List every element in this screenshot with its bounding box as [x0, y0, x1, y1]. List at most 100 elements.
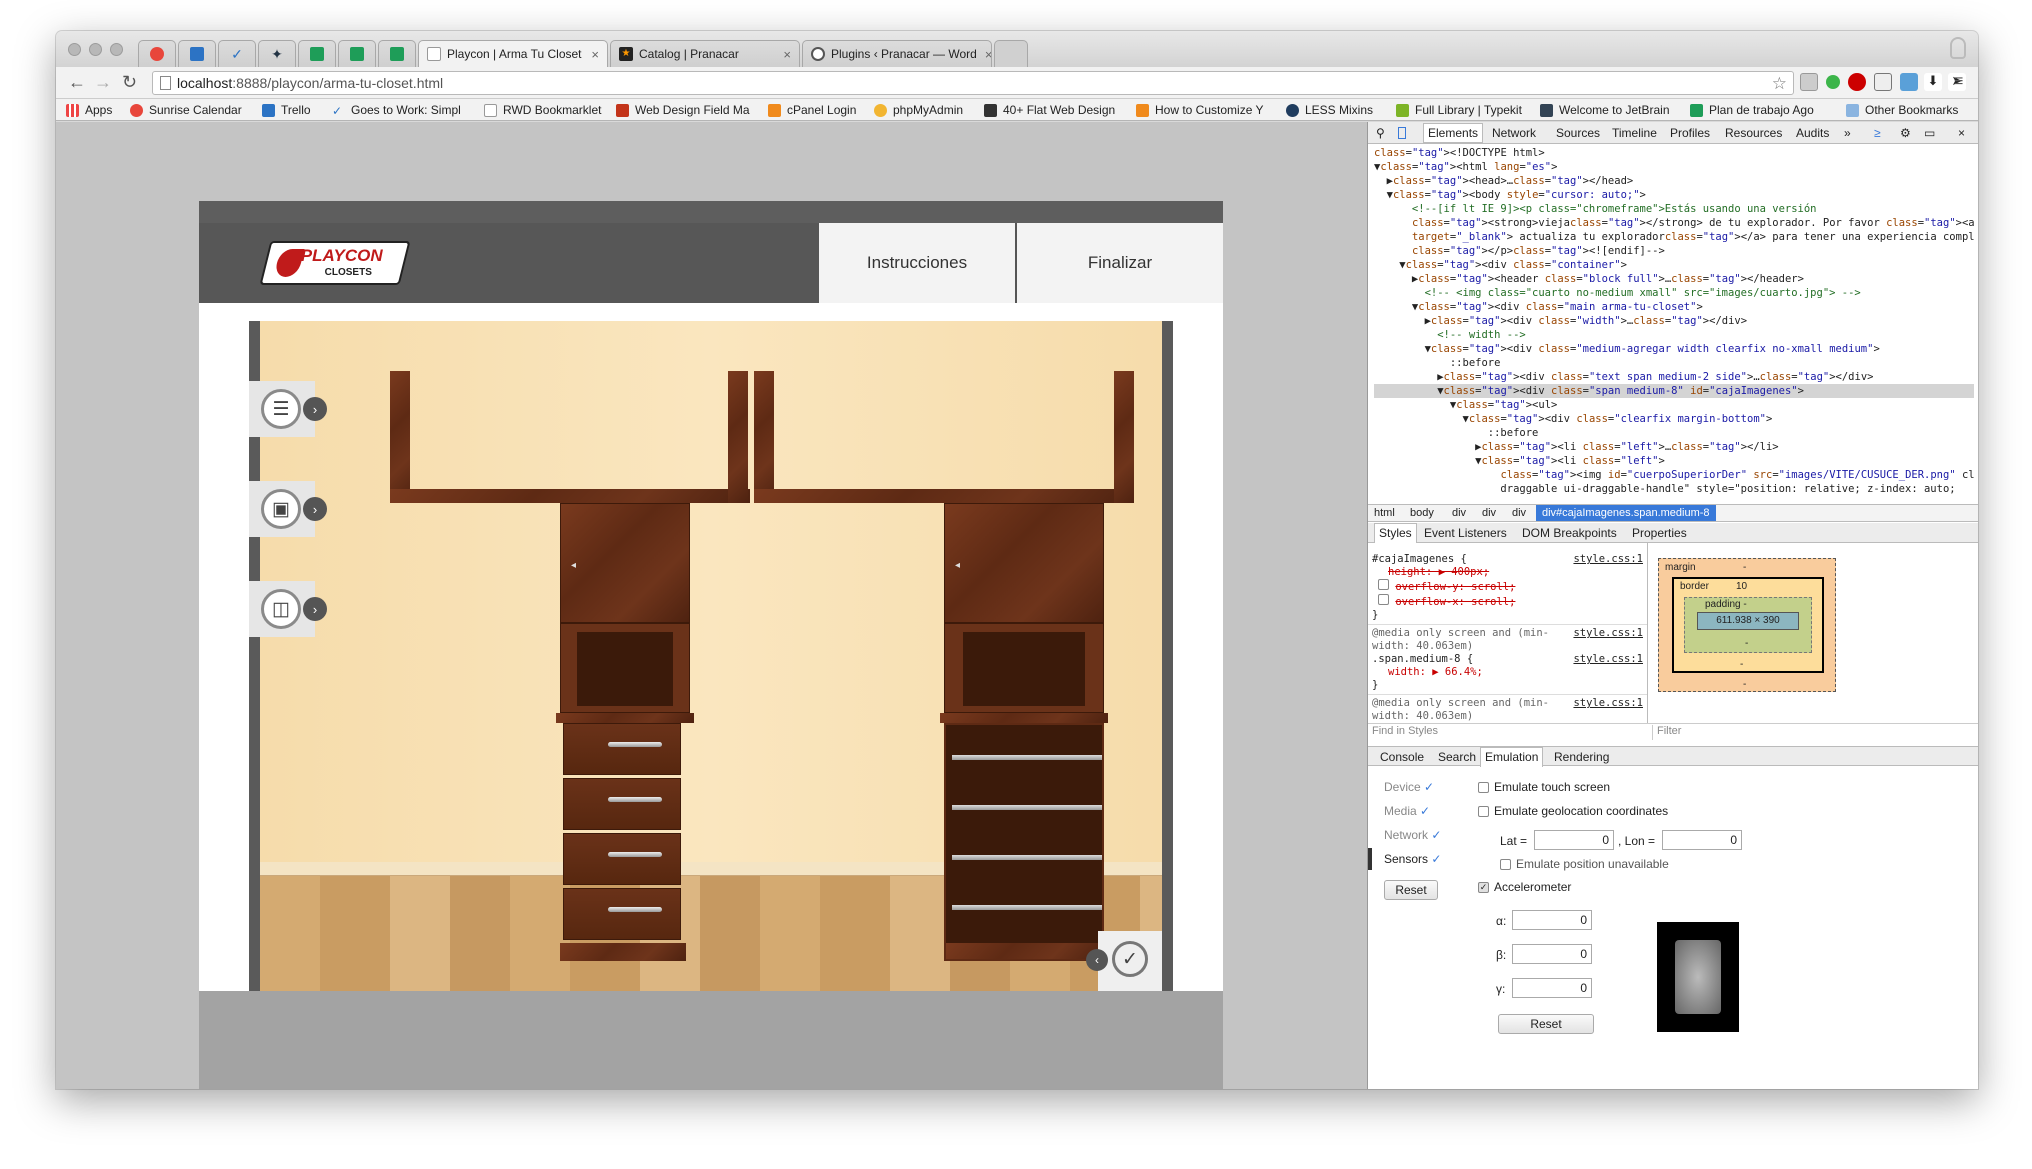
cast-icon[interactable] — [1874, 73, 1892, 91]
bookmark-goes-to-work[interactable]: ✓ Goes to Work: Simpl — [332, 103, 464, 117]
closet-right-shelf-mid[interactable] — [940, 713, 1108, 723]
lon-input[interactable]: 0 — [1662, 830, 1742, 850]
dom-node-line[interactable]: class="tag"><img id="cuerpoSuperiorDer" … — [1374, 468, 1974, 482]
zoom-window-button[interactable] — [110, 43, 123, 56]
dom-node-line[interactable]: ::before — [1374, 426, 1974, 440]
close-tab-icon[interactable]: × — [977, 47, 991, 62]
chevron-left-icon[interactable]: ‹ — [1086, 949, 1108, 971]
tab-rendering[interactable]: Rendering — [1554, 750, 1609, 764]
emu-nav-sensors[interactable]: Sensors ✓ — [1384, 852, 1441, 866]
chevron-right-icon[interactable]: › — [303, 497, 327, 521]
finalizar-button[interactable]: Finalizar — [1017, 223, 1223, 303]
dom-node-line[interactable]: ▶class="tag"><div class="text span mediu… — [1374, 370, 1974, 384]
tab-resources[interactable]: Resources — [1725, 126, 1782, 140]
tab-catalog[interactable]: ★ Catalog | Pranacar × — [610, 40, 800, 67]
bookmark-sunrise[interactable]: Sunrise Calendar — [130, 103, 260, 117]
crumb-div[interactable]: div — [1452, 507, 1466, 519]
new-badge-icon[interactable] — [1848, 73, 1866, 91]
tab-properties[interactable]: Properties — [1632, 526, 1687, 540]
closet-right-shoe-rack[interactable] — [944, 723, 1104, 961]
profile-icon[interactable] — [1950, 37, 1966, 59]
dom-node-line[interactable]: ▼class="tag"><div class="main arma-tu-cl… — [1374, 300, 1974, 314]
alpha-input[interactable]: 0 — [1512, 910, 1592, 930]
lock-icon[interactable] — [1900, 73, 1918, 91]
pinned-tab-sheets-3[interactable] — [378, 40, 416, 67]
close-window-button[interactable] — [68, 43, 81, 56]
drawer[interactable] — [563, 888, 681, 940]
rule-source-link[interactable]: style.css:1 — [1573, 653, 1643, 666]
bookmark-plan-de-trabajo[interactable]: Plan de trabajo Ago — [1690, 103, 1830, 117]
rule-source-link[interactable]: style.css:1 — [1573, 697, 1643, 710]
dom-node-line[interactable]: <!-- width --> — [1374, 328, 1974, 342]
pinned-tab-sunrise[interactable] — [138, 40, 176, 67]
cabinet-tool-button[interactable]: ▣ › — [249, 481, 327, 537]
pinned-tab-trello[interactable] — [178, 40, 216, 67]
closet-right-shelf[interactable] — [754, 489, 1134, 503]
dom-node-line[interactable]: ▼class="tag"><body style="cursor: auto;"… — [1374, 188, 1974, 202]
tab-dom-breakpoints[interactable]: DOM Breakpoints — [1522, 526, 1617, 540]
tab-sources[interactable]: Sources — [1556, 126, 1600, 140]
css-property[interactable]: width: ▶ 66.4%; — [1388, 666, 1483, 678]
emu-nav-media[interactable]: Media ✓ — [1384, 804, 1430, 818]
device-mode-icon[interactable] — [1398, 127, 1406, 139]
console-drawer-icon[interactable]: ≥ — [1874, 126, 1881, 140]
closet-left-open-cubby[interactable] — [560, 623, 690, 713]
dom-node-line[interactable]: ▶class="tag"><head>…class="tag"></head> — [1374, 174, 1974, 188]
tab-playcon[interactable]: Playcon | Arma Tu Closet × — [418, 40, 608, 67]
dom-node-line[interactable]: ▶class="tag"><header class="block full">… — [1374, 272, 1974, 286]
back-icon[interactable]: ← — [68, 73, 86, 91]
menu-icon[interactable]: ≡ — [1954, 73, 1963, 91]
dom-node-line[interactable]: class="tag"></p>class="tag"><![endif]--> — [1374, 244, 1974, 258]
chevron-right-icon[interactable]: › — [303, 397, 327, 421]
bookmark-other[interactable]: Other Bookmarks — [1846, 103, 1970, 117]
property-checkbox[interactable] — [1378, 579, 1389, 590]
pinned-tab-todo[interactable]: ✓ — [218, 40, 256, 67]
reset-sensors-button[interactable]: Reset — [1384, 880, 1438, 900]
instrucciones-button[interactable]: Instrucciones — [819, 223, 1015, 303]
minimize-window-button[interactable] — [89, 43, 102, 56]
dock-icon[interactable]: ▭ — [1924, 126, 1935, 140]
closet-right-side-panel[interactable] — [1114, 371, 1134, 503]
tab-emulation[interactable]: Emulation — [1480, 747, 1544, 767]
door-tool-button[interactable]: ◫ › — [249, 581, 327, 637]
device-orientation-preview[interactable] — [1657, 922, 1739, 1032]
tab-search[interactable]: Search — [1438, 750, 1476, 764]
tab-profiles[interactable]: Profiles — [1670, 126, 1710, 140]
dom-node-line[interactable]: ▼class="tag"><div class="container"> — [1374, 258, 1974, 272]
geo-checkbox[interactable] — [1478, 805, 1489, 817]
pinned-tab-tools[interactable]: ✦ — [258, 40, 296, 67]
closet-left-shelf-mid[interactable] — [556, 713, 694, 723]
list-tool-button[interactable]: ☰ › — [249, 381, 327, 437]
bookmark-web-design-field[interactable]: Web Design Field Ma — [616, 103, 754, 117]
tab-plugins[interactable]: Plugins ‹ Pranacar — Word × — [802, 40, 992, 67]
confirm-design-button[interactable]: ‹ ✓ — [1086, 931, 1162, 991]
bookmark-jetbrains[interactable]: Welcome to JetBrain — [1540, 103, 1680, 117]
download-icon[interactable]: ⬇ — [1924, 73, 1942, 91]
dom-node-line[interactable]: class="tag"><!DOCTYPE html> — [1374, 146, 1974, 160]
bookmark-how-to-customize[interactable]: How to Customize Y — [1136, 103, 1276, 117]
evernote-icon[interactable] — [1826, 75, 1840, 89]
dom-node-line[interactable]: ▼class="tag"><div class="span medium-8" … — [1374, 384, 1974, 398]
dom-node-line[interactable]: draggable ui-draggable-handle" style="po… — [1374, 482, 1974, 494]
bookmark-apps[interactable]: Apps — [66, 103, 136, 117]
dom-node-line[interactable]: ▶class="tag"><li class="left">…class="ta… — [1374, 440, 1974, 454]
chevron-right-icon[interactable]: › — [303, 597, 327, 621]
emu-nav-device[interactable]: Device ✓ — [1384, 780, 1434, 794]
bookmark-less-mixins[interactable]: LESS Mixins — [1286, 103, 1386, 117]
closet-left-side-panel[interactable] — [390, 371, 410, 503]
pos-unavailable-checkbox[interactable] — [1500, 858, 1511, 870]
tab-audits[interactable]: Audits — [1796, 126, 1829, 140]
drawer[interactable] — [563, 833, 681, 885]
property-checkbox[interactable] — [1378, 594, 1389, 605]
closet-left-shelf[interactable] — [390, 489, 750, 503]
pinned-tab-sheets-2[interactable] — [338, 40, 376, 67]
lat-input[interactable]: 0 — [1534, 830, 1614, 850]
crumb-selected[interactable]: div#cajaImagenes.span.medium-8 — [1536, 505, 1716, 521]
beta-input[interactable]: 0 — [1512, 944, 1592, 964]
dom-node-line[interactable]: <!--[if lt IE 9]><p class="chromeframe">… — [1374, 202, 1974, 216]
tab-elements[interactable]: Elements — [1423, 123, 1484, 143]
bookmark-rwd[interactable]: RWD Bookmarklet — [484, 103, 614, 117]
bookmark-cpanel[interactable]: cPanel Login — [768, 103, 868, 117]
pinned-tab-sheets-1[interactable] — [298, 40, 336, 67]
close-tab-icon[interactable]: × — [775, 47, 791, 62]
